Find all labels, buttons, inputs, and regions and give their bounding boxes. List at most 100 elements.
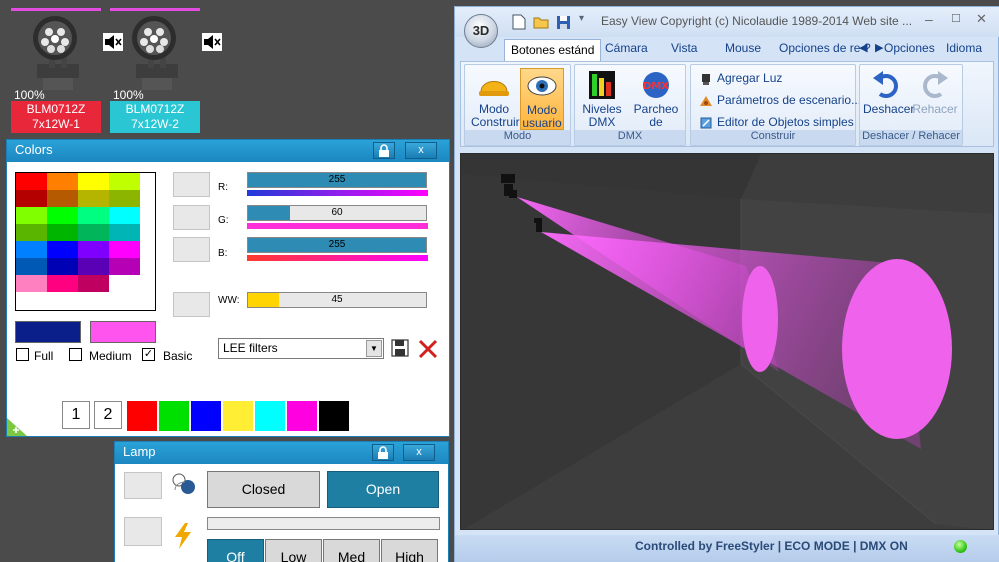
palette-swatch[interactable] xyxy=(78,190,109,207)
floppy-icon[interactable] xyxy=(391,339,409,357)
maximize-icon[interactable]: ☐ xyxy=(951,12,961,25)
modo-usuario-button[interactable]: Modo usuario xyxy=(520,68,564,130)
shutter-channel-button[interactable] xyxy=(124,472,162,499)
3d-viewport[interactable] xyxy=(460,153,994,530)
quick-color-swatch[interactable] xyxy=(127,401,157,431)
menu-opciones[interactable]: Opciones xyxy=(884,41,935,55)
red-slider[interactable]: 255 xyxy=(247,172,427,188)
green-channel-button[interactable] xyxy=(173,205,210,230)
tab-camara[interactable]: Cámara xyxy=(605,41,648,55)
tab-botones[interactable]: Botones estánd xyxy=(504,39,602,61)
speaker-icon[interactable] xyxy=(202,33,222,51)
open-button[interactable]: Open xyxy=(327,471,439,508)
lamp-high-button[interactable]: High xyxy=(381,539,438,562)
resize-grip-icon[interactable] xyxy=(7,418,27,436)
palette-swatch[interactable] xyxy=(16,258,47,275)
current-color-b[interactable] xyxy=(90,321,156,343)
easy-view-window: ▾ Easy View Copyright (c) Nicolaudie 198… xyxy=(454,6,999,562)
agregar-luz-button[interactable]: Agregar Luz xyxy=(699,69,782,89)
niveles-dmx-button[interactable]: Niveles DMX xyxy=(579,68,625,130)
palette-swatch[interactable] xyxy=(78,258,109,275)
ww-slider[interactable]: 45 xyxy=(247,292,427,308)
parametros-escenario-button[interactable]: Parámetros de escenario... xyxy=(699,91,861,111)
palette-swatch[interactable] xyxy=(47,241,78,258)
palette-swatch[interactable] xyxy=(16,207,47,224)
page-2-button[interactable]: 2 xyxy=(94,401,122,429)
palette-swatch[interactable] xyxy=(16,190,47,207)
parcheo-universos-button[interactable]: DMX Parcheo de Universos xyxy=(627,68,685,142)
quick-color-swatch[interactable] xyxy=(319,401,349,431)
basic-checkbox[interactable]: ✓ xyxy=(142,348,155,361)
palette-swatch[interactable] xyxy=(47,275,78,292)
new-file-icon[interactable] xyxy=(512,14,526,30)
lock-button[interactable] xyxy=(373,142,395,159)
fixture-2[interactable]: 100% BLM0712Z 7x12W-2 xyxy=(110,8,222,133)
chevron-down-icon[interactable]: ▼ xyxy=(366,340,382,357)
lamp-channel-button[interactable] xyxy=(124,517,162,546)
quick-color-swatch[interactable] xyxy=(191,401,221,431)
tab-vista[interactable]: Vista xyxy=(671,41,697,55)
colors-close-button[interactable]: x xyxy=(405,142,437,159)
palette-swatch[interactable] xyxy=(47,258,78,275)
blue-slider[interactable]: 255 xyxy=(247,237,427,253)
minimize-icon[interactable]: – xyxy=(925,11,933,27)
tab-opciones-render[interactable]: Opciones de re xyxy=(779,41,860,55)
palette-swatch[interactable] xyxy=(78,224,109,241)
palette-swatch[interactable] xyxy=(47,173,78,190)
medium-checkbox[interactable] xyxy=(69,348,82,361)
blue-channel-button[interactable] xyxy=(173,237,210,262)
palette-swatch[interactable] xyxy=(16,224,47,241)
palette-swatch[interactable] xyxy=(16,241,47,258)
open-folder-icon[interactable] xyxy=(533,15,550,29)
quick-color-swatch[interactable] xyxy=(223,401,253,431)
lock-button[interactable] xyxy=(372,444,394,461)
quick-color-swatch[interactable] xyxy=(255,401,285,431)
qat-dropdown-icon[interactable]: ▾ xyxy=(579,13,584,24)
closed-button[interactable]: Closed xyxy=(207,471,320,508)
menu-idioma[interactable]: Idioma xyxy=(946,41,982,55)
quick-color-swatch[interactable] xyxy=(287,401,317,431)
palette-swatch[interactable] xyxy=(78,173,109,190)
palette-swatch[interactable] xyxy=(109,224,140,241)
fixture-1[interactable]: 100% BLM0712Z 7x12W-1 xyxy=(11,8,123,133)
palette-swatch[interactable] xyxy=(16,275,47,292)
save-icon[interactable] xyxy=(556,15,571,30)
red-channel-button[interactable] xyxy=(173,172,210,197)
palette-swatch[interactable] xyxy=(109,173,140,190)
close-icon[interactable]: ✕ xyxy=(976,11,987,27)
tab-scroll-right[interactable]: ▶ xyxy=(875,41,883,54)
deshacer-button[interactable]: Deshacer xyxy=(863,68,914,130)
red-channel-label: R: xyxy=(218,182,228,193)
modo-construir-button[interactable]: Modo Construir xyxy=(471,68,520,130)
palette-swatch[interactable] xyxy=(109,207,140,224)
page-1-button[interactable]: 1 xyxy=(62,401,90,429)
rehacer-button[interactable]: Rehacer xyxy=(912,68,958,130)
quick-color-swatch[interactable] xyxy=(159,401,189,431)
stage-scene xyxy=(461,154,993,529)
tab-mouse[interactable]: Mouse xyxy=(725,41,761,55)
green-slider[interactable]: 60 xyxy=(247,205,427,221)
palette-swatch[interactable] xyxy=(109,241,140,258)
lamp-low-button[interactable]: Low xyxy=(265,539,322,562)
palette-swatch[interactable] xyxy=(109,258,140,275)
palette-swatch[interactable] xyxy=(78,207,109,224)
current-color-a[interactable] xyxy=(15,321,81,343)
menu-help[interactable]: ? xyxy=(864,41,871,55)
palette-swatch[interactable] xyxy=(78,275,109,292)
palette-swatch[interactable] xyxy=(109,190,140,207)
moving-head-icon xyxy=(33,16,79,90)
palette-swatch[interactable] xyxy=(47,224,78,241)
green-channel-label: G: xyxy=(218,215,229,226)
palette-swatch[interactable] xyxy=(78,241,109,258)
delete-x-icon[interactable] xyxy=(417,338,439,360)
palette-swatch[interactable] xyxy=(16,173,47,190)
palette-swatch[interactable] xyxy=(47,190,78,207)
full-checkbox[interactable] xyxy=(16,348,29,361)
palette-swatch[interactable] xyxy=(47,207,78,224)
lamp-off-button[interactable]: Off xyxy=(207,539,264,562)
lamp-close-button[interactable]: x xyxy=(403,444,435,461)
ww-channel-button[interactable] xyxy=(173,292,210,317)
lamp-med-button[interactable]: Med xyxy=(323,539,380,562)
filter-select[interactable]: LEE filters ▼ xyxy=(218,338,384,359)
palette-swatch[interactable] xyxy=(109,275,140,292)
